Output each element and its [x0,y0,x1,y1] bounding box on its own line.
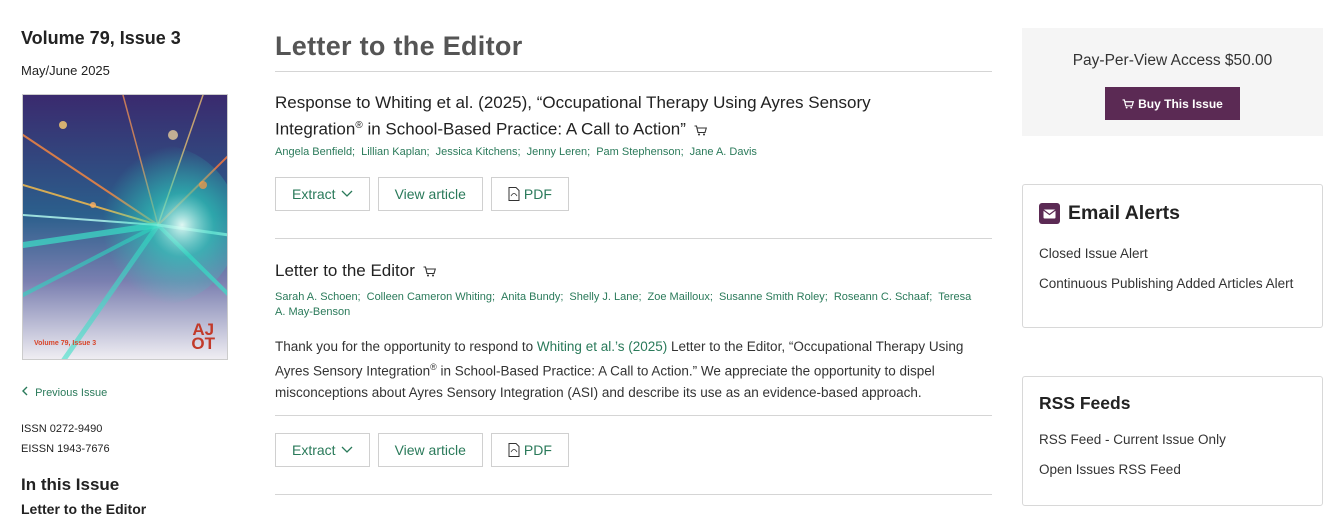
cover-issue-label: Volume 79, Issue 3 [34,340,97,347]
volume-title: Volume 79, Issue 3 [21,28,181,48]
author-link[interactable]: Shelly J. Lane; [569,291,641,303]
pdf-icon [508,443,520,457]
view-article-button[interactable]: View article [377,433,483,467]
divider [275,71,992,72]
pdf-button[interactable]: PDF [490,433,569,467]
closed-issue-alert-link[interactable]: Closed Issue Alert [1039,246,1148,261]
email-alerts-heading: Email Alerts [1039,202,1180,225]
in-this-issue-heading: In this Issue [21,475,120,494]
envelope-icon [1039,203,1060,224]
article-actions: Extract View article PDF [275,177,569,211]
pdf-button[interactable]: PDF [490,177,569,211]
cart-icon [423,266,436,277]
journal-logo: AJ OT [191,320,215,353]
chevron-down-icon [341,446,353,453]
email-alerts-panel: Email Alerts Closed Issue Alert Continuo… [1022,184,1323,328]
author-link[interactable]: Colleen Cameron Whiting; [367,291,495,303]
issue-cover-image[interactable]: Volume 79, Issue 3 AJ OT [22,94,228,360]
chevron-down-icon [341,190,353,197]
article-actions: Extract View article PDF [275,433,569,467]
continuous-publishing-alert-link[interactable]: Continuous Publishing Added Articles Ale… [1039,276,1293,291]
pay-per-view-box: Pay-Per-View Access $50.00 Buy This Issu… [1022,28,1323,136]
section-title: Letter to the Editor [275,31,523,61]
article-title[interactable]: Response to Whiting et al. (2025), “Occu… [275,91,955,141]
in-this-issue-item[interactable]: Letter to the Editor [21,501,146,517]
author-link[interactable]: Sarah A. Schoen; [275,291,361,303]
previous-issue-link[interactable]: Previous Issue [21,386,107,399]
author-link[interactable]: Anita Bundy; [501,291,563,303]
author-link[interactable]: Roseann C. Schaaf; [834,291,932,303]
issn: ISSN 0272-9490 [21,423,103,435]
author-link[interactable]: Jane A. Davis [690,146,757,158]
pdf-icon [508,187,520,201]
cart-icon [1122,98,1135,109]
author-link[interactable]: Pam Stephenson; [596,146,683,158]
citation-link[interactable]: Whiting et al.’s (2025) [537,339,667,354]
previous-issue-label: Previous Issue [35,387,108,399]
eissn: EISSN 1943-7676 [21,443,110,455]
divider [275,494,992,495]
author-link[interactable]: Jenny Leren; [527,146,591,158]
chevron-left-icon [21,386,32,399]
open-issues-rss-link[interactable]: Open Issues RSS Feed [1039,462,1181,477]
author-link[interactable]: Susanne Smith Roley; [719,291,828,303]
extract-button[interactable]: Extract [275,433,370,467]
article-authors: Sarah A. Schoen; Colleen Cameron Whiting;… [275,290,975,320]
pay-per-view-price: Pay-Per-View Access $50.00 [1072,52,1273,69]
author-link[interactable]: Angela Benfield; [275,146,355,158]
rss-current-issue-link[interactable]: RSS Feed - Current Issue Only [1039,432,1226,447]
author-link[interactable]: Jessica Kitchens; [436,146,521,158]
view-article-button[interactable]: View article [377,177,483,211]
divider [275,415,992,416]
author-link[interactable]: Lillian Kaplan; [361,146,430,158]
issue-date: May/June 2025 [21,63,110,78]
author-link[interactable]: Zoe Mailloux; [648,291,713,303]
rss-feeds-heading: RSS Feeds [1039,393,1131,413]
rss-feeds-panel: RSS Feeds RSS Feed - Current Issue Only … [1022,376,1323,506]
cart-icon [694,125,707,136]
extract-button[interactable]: Extract [275,177,370,211]
divider [275,238,992,239]
buy-issue-button[interactable]: Buy This Issue [1105,87,1240,120]
article-authors: Angela Benfield; Lillian Kaplan; Jessica K… [275,145,975,160]
article-title[interactable]: Letter to the Editor [275,259,955,282]
article-abstract: Thank you for the opportunity to respond… [275,339,964,400]
